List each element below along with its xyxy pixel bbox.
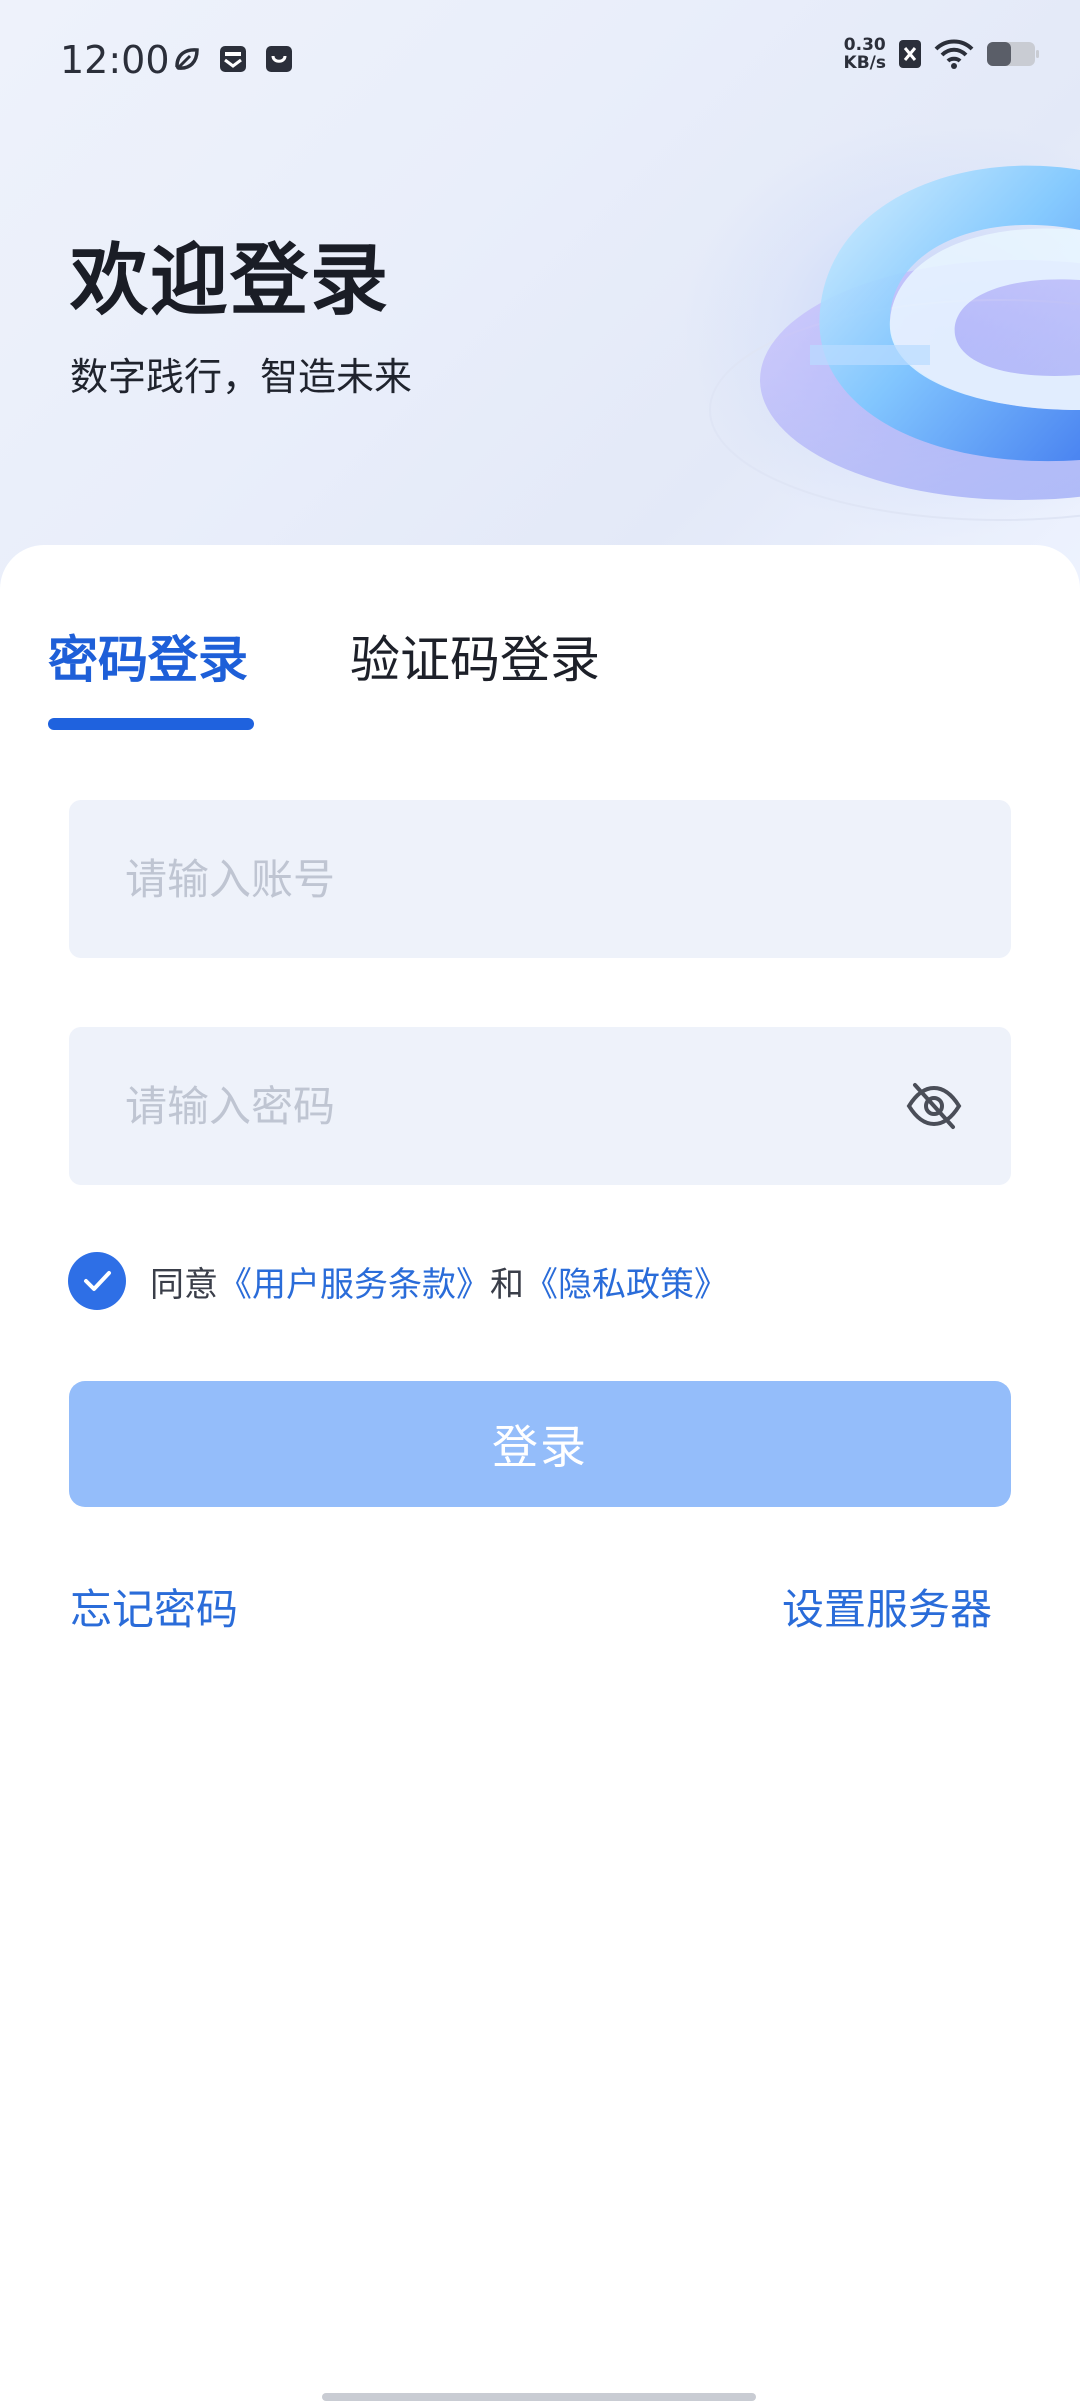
status-bar: 12:00 0.30 KB/s (0, 0, 1080, 130)
page-subtitle: 数字践行，智造未来 (70, 355, 413, 399)
server-settings-link[interactable]: 设置服务器 (782, 1576, 992, 1637)
decorative-rings-graphic (709, 165, 1080, 521)
wifi-icon (934, 39, 974, 69)
login-button[interactable]: 登录 (69, 1381, 1011, 1507)
account-input[interactable] (123, 853, 887, 905)
agreement-row: 同意《用户服务条款》和《隐私政策》 (68, 1252, 728, 1310)
notification-icons (172, 44, 294, 74)
system-icons: 0.30 KB/s (844, 36, 1040, 72)
password-field (69, 1027, 1011, 1185)
checkmark-icon (84, 1271, 111, 1291)
privacy-policy-link[interactable]: 《隐私政策》 (524, 1265, 728, 1305)
home-indicator[interactable] (322, 2393, 756, 2401)
active-tab-indicator (48, 718, 254, 730)
network-speed-unit: KB/s (843, 53, 886, 73)
tab-code-login[interactable]: 验证码登录 (350, 620, 600, 692)
status-time: 12:00 (60, 38, 170, 82)
inbox-icon (220, 46, 246, 72)
network-speed: 0.30 KB/s (844, 36, 886, 72)
password-input[interactable] (123, 1080, 887, 1132)
network-speed-value: 0.30 (843, 35, 886, 55)
eye-off-icon[interactable] (903, 1075, 965, 1137)
agreement-connector: 和 (490, 1264, 524, 1305)
tab-password-login[interactable]: 密码登录 (48, 620, 248, 692)
account-field (69, 800, 1011, 958)
agreement-prefix: 同意 (150, 1264, 218, 1305)
shopping-bag-icon (266, 46, 292, 72)
sim-disabled-icon (899, 40, 921, 68)
page-title: 欢迎登录 (70, 236, 391, 326)
agreement-text: 同意《用户服务条款》和《隐私政策》 (150, 1257, 728, 1306)
terms-of-service-link[interactable]: 《用户服务条款》 (218, 1265, 490, 1305)
leaf-icon (175, 48, 199, 71)
agreement-checkbox[interactable] (68, 1252, 126, 1310)
battery-icon (987, 42, 1039, 66)
forgot-password-link[interactable]: 忘记密码 (70, 1576, 238, 1637)
